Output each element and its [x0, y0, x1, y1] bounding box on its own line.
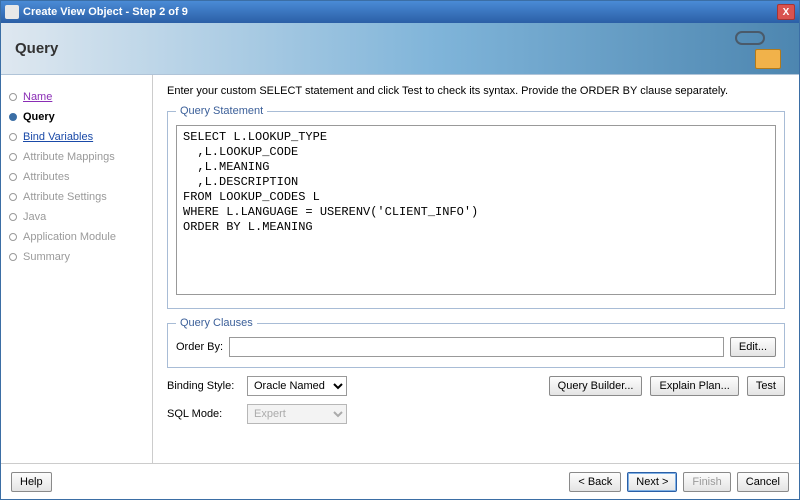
step-dot-icon	[9, 233, 17, 241]
nav-step-bind-variables[interactable]: Bind Variables	[9, 127, 148, 147]
folder-icon	[755, 49, 781, 69]
step-dot-icon	[9, 93, 17, 101]
main-panel: Enter your custom SELECT statement and c…	[153, 75, 799, 463]
step-dot-icon	[9, 133, 17, 141]
app-icon	[5, 5, 19, 19]
window-title: Create View Object - Step 2 of 9	[23, 6, 777, 18]
step-dot-icon	[9, 253, 17, 261]
binding-style-select[interactable]: Oracle Named	[247, 376, 347, 396]
wizard-nav: Name Query Bind Variables Attribute Mapp…	[1, 75, 153, 463]
query-clauses-group: Query Clauses Order By: Edit...	[167, 317, 785, 368]
nav-step-attribute-settings: Attribute Settings	[9, 187, 148, 207]
finish-button: Finish	[683, 472, 730, 492]
footer: Help < Back Next > Finish Cancel	[1, 463, 799, 499]
step-dot-icon	[9, 193, 17, 201]
page-title: Query	[15, 40, 58, 57]
back-button[interactable]: < Back	[569, 472, 621, 492]
banner-art	[731, 29, 781, 69]
nav-step-attributes: Attributes	[9, 167, 148, 187]
step-dot-icon	[9, 113, 17, 121]
help-button[interactable]: Help	[11, 472, 52, 492]
step-dot-icon	[9, 173, 17, 181]
query-statement-input[interactable]	[176, 125, 776, 295]
order-by-label: Order By:	[176, 341, 223, 353]
next-button[interactable]: Next >	[627, 472, 677, 492]
nav-step-name[interactable]: Name	[9, 87, 148, 107]
order-by-input[interactable]	[229, 337, 724, 357]
banner: Query	[1, 23, 799, 75]
close-icon[interactable]: X	[777, 4, 795, 20]
query-statement-legend: Query Statement	[176, 105, 267, 117]
step-dot-icon	[9, 153, 17, 161]
test-button[interactable]: Test	[747, 376, 785, 396]
nav-step-summary: Summary	[9, 247, 148, 267]
explain-plan-button[interactable]: Explain Plan...	[650, 376, 738, 396]
nav-step-application-module: Application Module	[9, 227, 148, 247]
sql-mode-select: Expert	[247, 404, 347, 424]
nav-step-query[interactable]: Query	[9, 107, 148, 127]
edit-order-by-button[interactable]: Edit...	[730, 337, 776, 357]
instructions-text: Enter your custom SELECT statement and c…	[167, 85, 785, 97]
nav-step-attribute-mappings: Attribute Mappings	[9, 147, 148, 167]
body: Name Query Bind Variables Attribute Mapp…	[1, 75, 799, 463]
nav-step-java: Java	[9, 207, 148, 227]
query-statement-group: Query Statement	[167, 105, 785, 309]
query-clauses-legend: Query Clauses	[176, 317, 257, 329]
wizard-window: Create View Object - Step 2 of 9 X Query…	[0, 0, 800, 500]
cancel-button[interactable]: Cancel	[737, 472, 789, 492]
sql-mode-label: SQL Mode:	[167, 408, 239, 420]
query-builder-button[interactable]: Query Builder...	[549, 376, 643, 396]
binding-style-label: Binding Style:	[167, 380, 239, 392]
glasses-icon	[735, 31, 765, 45]
titlebar: Create View Object - Step 2 of 9 X	[1, 1, 799, 23]
step-dot-icon	[9, 213, 17, 221]
